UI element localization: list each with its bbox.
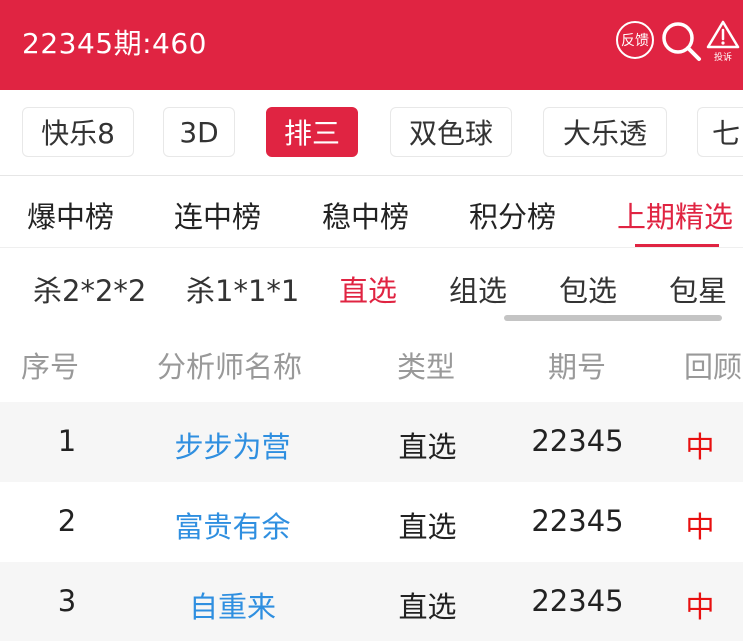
table-header: 序号 分析师名称 类型 期号 回顾 bbox=[0, 322, 743, 402]
warning-icon bbox=[706, 20, 740, 49]
column-header-analyst: 分析师名称 bbox=[157, 350, 303, 384]
subtab-sha111[interactable]: 杀1*1*1 bbox=[186, 268, 299, 310]
table-row[interactable]: 3 自重来 直选 22345 中 bbox=[0, 562, 743, 641]
complaint-label: 投诉 bbox=[713, 53, 732, 63]
lottery-tab-shuangseqiu[interactable]: 双色球 bbox=[390, 107, 512, 157]
subtab-baoxuan[interactable]: 包选 bbox=[559, 268, 617, 310]
lottery-tabs: 快乐8 3D 排三 双色球 大乐透 七 bbox=[0, 90, 743, 176]
subtab-baoxing[interactable]: 包星 bbox=[669, 268, 727, 310]
row-result: 中 bbox=[685, 430, 715, 464]
row-number: 2 bbox=[57, 504, 77, 538]
play-type-tabs: 杀2*2*2 杀1*1*1 直选 组选 包选 包星 bbox=[0, 248, 743, 322]
ranking-tabs: 爆中榜 连中榜 稳中榜 积分榜 上期精选 bbox=[0, 176, 743, 248]
column-header-type: 类型 bbox=[397, 350, 456, 384]
complaint-button[interactable]: 投诉 bbox=[706, 20, 742, 66]
app-header: 22345期:460 反馈 投诉 bbox=[0, 0, 743, 90]
column-header-review: 回顾 bbox=[684, 350, 743, 384]
tab-jifen[interactable]: 积分榜 bbox=[469, 194, 556, 236]
tab-baozhong[interactable]: 爆中榜 bbox=[27, 194, 114, 236]
column-header-no: 序号 bbox=[21, 350, 80, 384]
row-period: 22345 bbox=[531, 584, 624, 618]
tab-wenzhong[interactable]: 稳中榜 bbox=[322, 194, 409, 236]
row-period: 22345 bbox=[531, 504, 624, 538]
page-title: 22345期:460 bbox=[22, 27, 207, 60]
lottery-tab-3d[interactable]: 3D bbox=[163, 107, 235, 157]
table-row[interactable]: 1 步步为营 直选 22345 中 bbox=[0, 402, 743, 482]
row-type: 直选 bbox=[398, 430, 457, 464]
row-result: 中 bbox=[685, 590, 715, 624]
row-type: 直选 bbox=[398, 590, 457, 624]
search-icon[interactable] bbox=[660, 20, 702, 62]
analyst-name-link[interactable]: 自重来 bbox=[150, 584, 315, 626]
lottery-tab-pai3[interactable]: 排三 bbox=[266, 107, 358, 157]
feedback-button[interactable]: 反馈 bbox=[616, 21, 654, 59]
table-row[interactable]: 2 富贵有余 直选 22345 中 bbox=[0, 482, 743, 562]
row-type: 直选 bbox=[398, 510, 457, 544]
active-tab-indicator bbox=[635, 244, 719, 247]
row-number: 3 bbox=[57, 584, 77, 618]
analyst-name-link[interactable]: 富贵有余 bbox=[150, 504, 315, 546]
analyst-name-link[interactable]: 步步为营 bbox=[150, 424, 315, 466]
lottery-tab-qi[interactable]: 七 bbox=[697, 107, 743, 157]
subtab-zuxuan[interactable]: 组选 bbox=[449, 268, 507, 310]
tab-lianzhong[interactable]: 连中榜 bbox=[174, 194, 261, 236]
horizontal-scrollbar[interactable] bbox=[504, 315, 722, 321]
lottery-tab-daletou[interactable]: 大乐透 bbox=[543, 107, 667, 157]
row-period: 22345 bbox=[531, 424, 624, 458]
column-header-period: 期号 bbox=[548, 350, 607, 384]
row-number: 1 bbox=[57, 424, 77, 458]
row-result: 中 bbox=[685, 510, 715, 544]
subtab-sha222[interactable]: 杀2*2*2 bbox=[33, 268, 146, 310]
subtab-zhixuan[interactable]: 直选 bbox=[339, 268, 397, 310]
tab-shangqi-jingxuan[interactable]: 上期精选 bbox=[617, 194, 733, 236]
lottery-tab-kuaile8[interactable]: 快乐8 bbox=[22, 107, 134, 157]
